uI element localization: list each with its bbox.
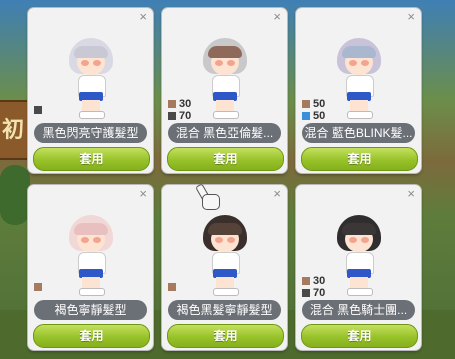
apply-button[interactable]: 套用 — [33, 147, 150, 171]
color-mix-list — [168, 281, 179, 293]
color-mix-list: 50 50 — [302, 98, 325, 122]
hairstyle-card[interactable]: × 30 70 混合 黑色亞倫髮... 套用 — [162, 8, 287, 173]
color-swatch-row: 70 — [302, 287, 325, 299]
character-avatar — [66, 38, 116, 120]
character-avatar — [334, 215, 384, 297]
color-mix-list: 30 70 — [168, 98, 191, 122]
color-swatch — [168, 283, 176, 291]
hairstyle-card[interactable]: × 30 70 混合 黑色騎士團... 套用 — [296, 185, 421, 350]
shoes — [347, 111, 373, 119]
hair-bangs — [342, 223, 376, 235]
hairstyle-name: 褐色黑髮寧靜髮型 — [168, 300, 281, 320]
character-avatar — [334, 38, 384, 120]
hair-bangs — [208, 223, 242, 235]
hand-cursor-icon — [195, 183, 222, 212]
apply-button[interactable]: 套用 — [301, 324, 418, 348]
color-percentage: 70 — [313, 287, 326, 299]
color-mix-list — [34, 104, 45, 116]
color-swatch — [302, 289, 310, 297]
close-icon[interactable]: × — [273, 10, 281, 24]
color-swatch — [302, 100, 310, 108]
hair-bangs — [342, 46, 376, 58]
cursor-palm — [202, 194, 220, 210]
color-swatch — [168, 112, 176, 120]
hairstyle-card[interactable]: × 褐色黑髮寧靜髮型 套用 — [162, 185, 287, 350]
shoes — [347, 288, 373, 296]
hairstyle-name: 混合 黑色騎士團... — [302, 300, 415, 320]
hairstyle-name: 混合 藍色BLINK髮... — [302, 123, 415, 143]
hairstyle-card[interactable]: × 50 50 混合 藍色BLINK髮... 套用 — [296, 8, 421, 173]
close-icon[interactable]: × — [139, 187, 147, 201]
character-avatar — [66, 215, 116, 297]
color-percentage: 50 — [313, 98, 326, 110]
hair-bangs — [208, 46, 242, 58]
character-avatar — [200, 215, 250, 297]
hairstyle-name: 黑色閃亮守護髮型 — [34, 123, 147, 143]
color-swatch-row — [168, 281, 179, 293]
hairstyle-card[interactable]: × 黑色閃亮守護髮型 套用 — [28, 8, 153, 173]
color-swatch — [34, 283, 42, 291]
color-percentage: 30 — [313, 275, 326, 287]
color-swatch-row: 50 — [302, 98, 325, 110]
color-percentage: 70 — [179, 110, 192, 122]
shoes — [79, 288, 105, 296]
hairstyle-card[interactable]: × 褐色寧靜髮型 套用 — [28, 185, 153, 350]
background-tree — [0, 165, 30, 225]
close-icon[interactable]: × — [273, 187, 281, 201]
color-swatch-row — [34, 104, 45, 116]
apply-button[interactable]: 套用 — [301, 147, 418, 171]
color-swatch-row: 30 — [168, 98, 191, 110]
color-swatch-row: 50 — [302, 110, 325, 122]
shoes — [213, 288, 239, 296]
color-swatch — [302, 112, 310, 120]
color-swatch — [34, 106, 42, 114]
color-mix-list — [34, 281, 45, 293]
close-icon[interactable]: × — [407, 10, 415, 24]
apply-button[interactable]: 套用 — [167, 324, 284, 348]
color-swatch — [302, 277, 310, 285]
color-percentage: 30 — [179, 98, 192, 110]
apply-button[interactable]: 套用 — [167, 147, 284, 171]
shoes — [79, 111, 105, 119]
shoes — [213, 111, 239, 119]
color-swatch-row: 30 — [302, 275, 325, 287]
color-swatch-row — [34, 281, 45, 293]
hairstyle-name: 混合 黑色亞倫髮... — [168, 123, 281, 143]
color-swatch — [168, 100, 176, 108]
color-mix-list: 30 70 — [302, 275, 325, 299]
character-avatar — [200, 38, 250, 120]
color-percentage: 50 — [313, 110, 326, 122]
hairstyle-name: 褐色寧靜髮型 — [34, 300, 147, 320]
hair-bangs — [74, 223, 108, 235]
hair-bangs — [74, 46, 108, 58]
apply-button[interactable]: 套用 — [33, 324, 150, 348]
close-icon[interactable]: × — [407, 187, 415, 201]
close-icon[interactable]: × — [139, 10, 147, 24]
color-swatch-row: 70 — [168, 110, 191, 122]
